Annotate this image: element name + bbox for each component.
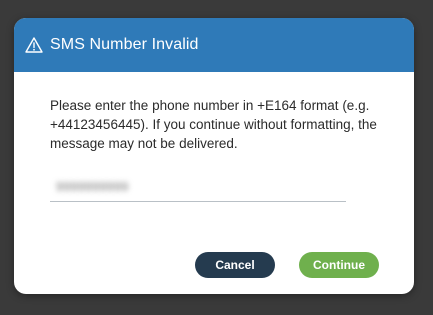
dialog-actions: Cancel Continue: [14, 252, 414, 278]
dialog-message: Please enter the phone number in +E164 f…: [50, 98, 377, 151]
dialog-body: Please enter the phone number in +E164 f…: [14, 72, 414, 202]
phone-field: [50, 175, 346, 202]
cancel-button[interactable]: Cancel: [195, 252, 275, 278]
continue-button[interactable]: Continue: [299, 252, 379, 278]
warning-icon: [24, 36, 44, 54]
sms-invalid-dialog: SMS Number Invalid Please enter the phon…: [14, 18, 414, 294]
phone-input[interactable]: [50, 175, 346, 197]
dialog-header: SMS Number Invalid: [14, 18, 414, 72]
dialog-title: SMS Number Invalid: [50, 36, 199, 53]
